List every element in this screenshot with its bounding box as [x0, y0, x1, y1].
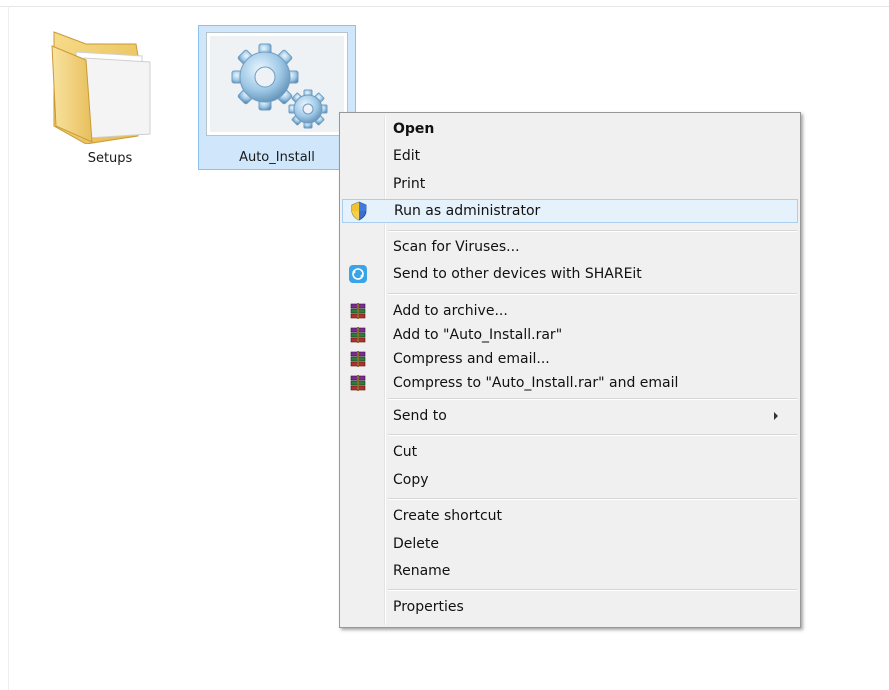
menu-item-send-to-label: Send to [393, 408, 447, 424]
menu-item-create-shortcut-label: Create shortcut [393, 508, 503, 524]
menu-item-delete-label: Delete [393, 536, 439, 552]
menu-item-shareit[interactable]: Send to other devices with SHAREit [342, 262, 798, 286]
menu-item-edit[interactable]: Edit [342, 144, 798, 168]
menu-item-scan-label: Scan for Viruses... [393, 239, 520, 255]
submenu-arrow-icon [774, 412, 778, 420]
window-left-border [8, 6, 9, 690]
winrar-icon [350, 303, 366, 319]
menu-item-send-to[interactable]: Send to [342, 404, 798, 428]
menu-item-open-label: Open [393, 121, 435, 137]
menu-item-compress-and-email-label: Compress and email... [393, 351, 550, 367]
winrar-icon [350, 327, 366, 343]
window-top-border [0, 6, 889, 7]
menu-item-add-to-archive[interactable]: Add to archive... [342, 299, 798, 323]
menu-item-compress-to-rar-and-email[interactable]: Compress to "Auto_Install.rar" and email [342, 371, 798, 395]
file-item-auto-install[interactable]: Auto_Install [198, 25, 356, 170]
uac-shield-icon [351, 201, 367, 221]
folder-icon [51, 31, 151, 144]
context-menu: Open Edit Print Run as administrator Sca… [339, 112, 801, 628]
gears-icon [231, 43, 328, 129]
menu-separator [388, 434, 797, 436]
menu-item-copy[interactable]: Copy [342, 468, 798, 492]
file-item-setups[interactable]: Setups [40, 22, 180, 170]
menu-separator [388, 589, 797, 591]
menu-item-open[interactable]: Open [342, 117, 798, 141]
menu-separator [388, 398, 797, 400]
menu-item-cut[interactable]: Cut [342, 440, 798, 464]
menu-item-print[interactable]: Print [342, 172, 798, 196]
menu-separator [388, 293, 797, 295]
shareit-icon [349, 265, 367, 283]
menu-separator [388, 230, 797, 232]
menu-item-shareit-label: Send to other devices with SHAREit [393, 266, 642, 282]
menu-separator [388, 498, 797, 500]
winrar-icon [350, 375, 366, 391]
file-thumbnail [206, 32, 348, 136]
menu-item-copy-label: Copy [393, 472, 429, 488]
menu-item-properties-label: Properties [393, 599, 464, 615]
file-label-auto-install: Auto_Install [239, 150, 315, 165]
menu-item-properties[interactable]: Properties [342, 595, 798, 619]
menu-item-create-shortcut[interactable]: Create shortcut [342, 504, 798, 528]
menu-item-add-to-rar-label: Add to "Auto_Install.rar" [393, 327, 563, 343]
menu-item-delete[interactable]: Delete [342, 532, 798, 556]
menu-item-print-label: Print [393, 176, 426, 192]
menu-item-compress-and-email[interactable]: Compress and email... [342, 347, 798, 371]
winrar-icon [350, 351, 366, 367]
menu-item-compress-to-rar-and-email-label: Compress to "Auto_Install.rar" and email [393, 375, 679, 391]
menu-item-add-to-rar[interactable]: Add to "Auto_Install.rar" [342, 323, 798, 347]
menu-item-run-as-administrator[interactable]: Run as administrator [342, 199, 798, 223]
menu-item-scan-for-viruses[interactable]: Scan for Viruses... [342, 235, 798, 259]
menu-item-rename-label: Rename [393, 563, 451, 579]
file-label-setups: Setups [87, 151, 133, 166]
menu-item-cut-label: Cut [393, 444, 418, 460]
menu-item-add-to-archive-label: Add to archive... [393, 303, 508, 319]
menu-item-rename[interactable]: Rename [342, 559, 798, 583]
menu-item-run-as-administrator-label: Run as administrator [394, 203, 541, 219]
desktop: Setups Auto_Install Open Edit Print Run … [0, 0, 889, 690]
menu-item-edit-label: Edit [393, 148, 421, 164]
